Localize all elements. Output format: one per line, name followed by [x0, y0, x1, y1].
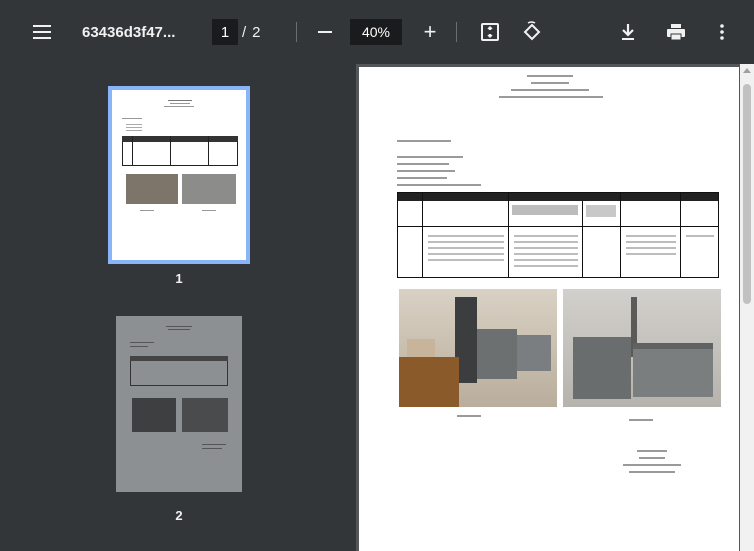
- zoom-in-icon: +: [423, 19, 437, 44]
- signature-line: [639, 457, 665, 459]
- print-button[interactable]: [664, 20, 688, 44]
- page-text-line: [397, 184, 481, 186]
- page-number-input[interactable]: 1: [212, 19, 238, 45]
- fit-page-icon: [481, 23, 499, 41]
- signature-line: [629, 471, 675, 473]
- signature-line: [637, 450, 667, 452]
- signature-line: [623, 464, 681, 466]
- page-header-line: [499, 96, 603, 98]
- scrollbar-thumb[interactable]: [743, 84, 751, 304]
- download-button[interactable]: [616, 20, 640, 44]
- document-photo-left: [399, 289, 557, 407]
- page-header-line: [527, 75, 573, 77]
- thumbnail-label-2: 2: [175, 508, 183, 523]
- page-header-line: [531, 82, 569, 84]
- inspection-table: [397, 192, 719, 278]
- fit-to-page-button[interactable]: [478, 20, 502, 44]
- scroll-up-icon[interactable]: [743, 68, 751, 73]
- document-viewer[interactable]: [356, 64, 754, 551]
- page-text-line: [397, 177, 447, 179]
- toolbar-divider: [296, 22, 297, 42]
- document-title: 63436d3f47...: [82, 23, 176, 41]
- page-separator: /: [242, 23, 247, 41]
- vertical-scrollbar[interactable]: [740, 64, 754, 551]
- page-thumbnail-2[interactable]: [116, 316, 242, 492]
- zoom-level-input[interactable]: 40%: [350, 19, 402, 45]
- page-text-line: [397, 170, 455, 172]
- page-text-line: [397, 163, 449, 165]
- more-icon: [720, 24, 724, 40]
- document-photo-right: [563, 289, 721, 407]
- zoom-out-button[interactable]: [313, 18, 337, 46]
- menu-icon: [33, 25, 51, 39]
- pdf-toolbar: 63436d3f47... 1 / 2 40% +: [0, 0, 754, 64]
- page-thumbnail-1[interactable]: [108, 86, 250, 264]
- total-pages: 2: [252, 23, 261, 41]
- page-header-line: [511, 89, 589, 91]
- menu-button[interactable]: [28, 18, 56, 46]
- rotate-button[interactable]: [520, 20, 544, 44]
- thumbnail-label-1: 1: [175, 271, 183, 286]
- download-icon: [622, 24, 634, 40]
- photo-caption-right: [629, 419, 653, 421]
- rotate-icon: [523, 21, 541, 41]
- zoom-out-icon: [318, 31, 332, 33]
- page-text-line: [397, 140, 451, 142]
- toolbar-divider: [456, 22, 457, 42]
- more-actions-button[interactable]: [712, 20, 732, 44]
- pdf-page-1: [359, 67, 739, 551]
- print-icon: [667, 24, 685, 41]
- zoom-in-button[interactable]: +: [418, 18, 442, 46]
- page-count: / 2: [242, 20, 261, 44]
- page-text-line: [397, 156, 463, 158]
- photo-caption-left: [457, 415, 481, 417]
